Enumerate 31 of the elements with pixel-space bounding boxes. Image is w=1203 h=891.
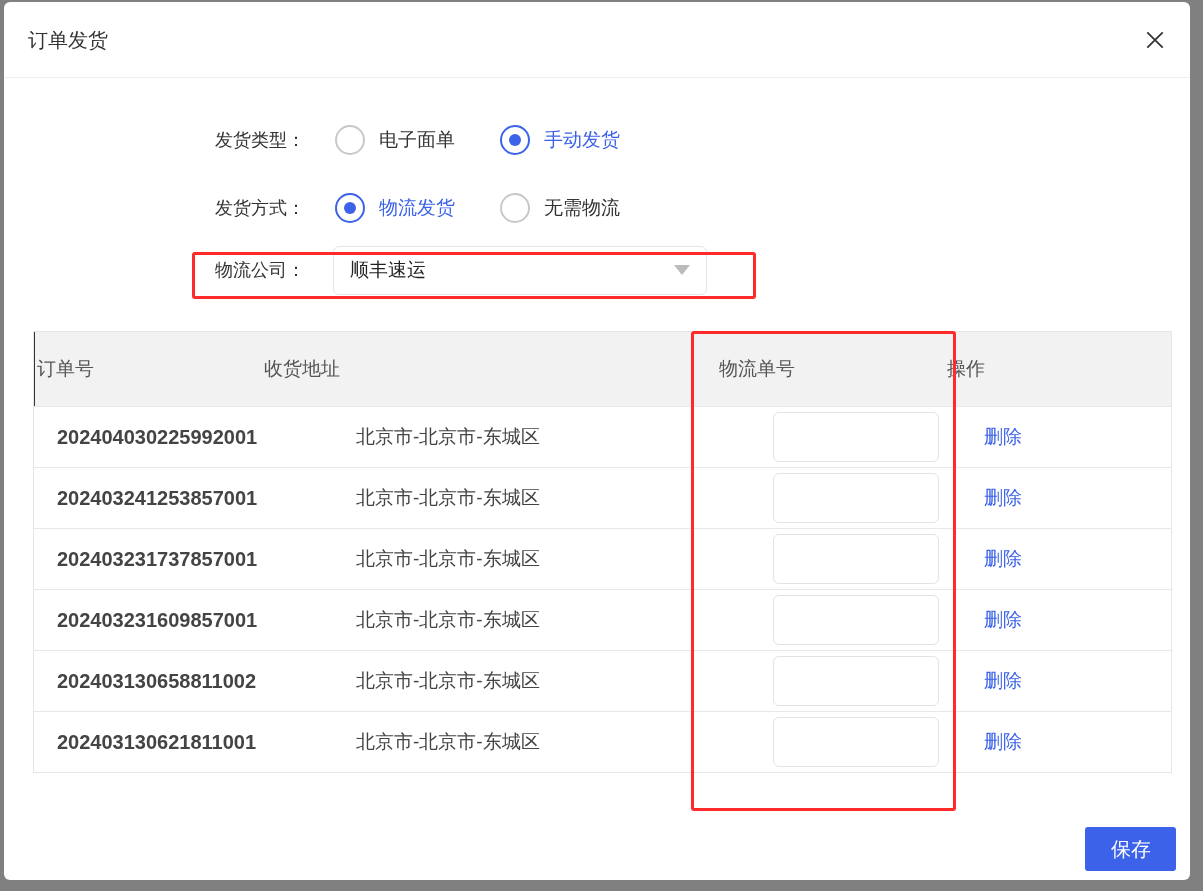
address-cell-text: 北京市-北京市-东城区 [356,668,541,693]
delete-link[interactable]: 删除 [984,727,1022,757]
address-cell-text: 北京市-北京市-东城区 [356,607,541,632]
delete-link[interactable]: 删除 [984,422,1022,452]
company-select[interactable]: 顺丰速运 [333,245,707,295]
column-header: 收货地址 [264,356,341,381]
radio-option[interactable]: 电子面单 [335,125,500,155]
order-number: 202403130621811001 [56,730,258,755]
radio-option[interactable]: 手动发货 [500,125,665,155]
address-cell-text: 北京市-北京市-东城区 [356,424,541,449]
column-header: 订单号 [36,356,95,381]
order-number: 202403231737857001 [56,547,259,572]
order-number: 202403130658811002 [56,669,258,694]
radio-option[interactable]: 无需物流 [500,193,665,223]
column-header: 物流单号 [719,356,796,381]
delete-link[interactable]: 删除 [984,605,1022,635]
address-cell-text: 北京市-北京市-东城区 [356,729,541,754]
dialog-title: 订单发货 [28,27,108,53]
delete-link[interactable]: 删除 [984,544,1022,574]
field-label: 发货类型： [214,128,305,152]
delete-link[interactable]: 删除 [984,666,1022,696]
radio-option[interactable]: 物流发货 [335,193,500,223]
field-label: 发货方式： [214,196,305,220]
field-label: 物流公司： [214,258,305,282]
save-button[interactable]: 保存 [1085,827,1176,871]
order-number: 202403241253857001 [56,486,259,511]
address-cell-text: 北京市-北京市-东城区 [356,485,541,510]
delete-link[interactable]: 删除 [984,483,1022,513]
order-number: 202403231609857001 [56,608,259,633]
order-number: 202404030225992001 [56,425,259,450]
address-cell-text: 北京市-北京市-东城区 [356,546,541,571]
